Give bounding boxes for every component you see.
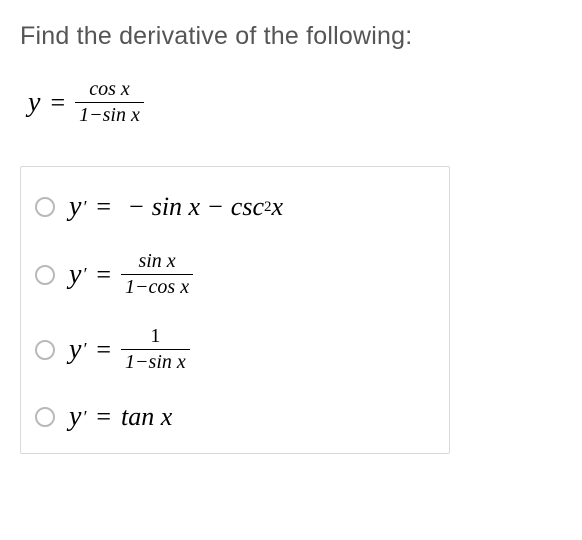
radio-icon: [35, 407, 55, 427]
term-sinx: sin x: [152, 192, 200, 222]
equals-sign: =: [50, 88, 65, 118]
fraction-denominator: 1−cos x: [121, 274, 193, 298]
radio-icon: [35, 340, 55, 360]
fraction-numerator: sin x: [134, 251, 179, 274]
equals-sign: =: [96, 402, 111, 432]
prime-icon: ′: [82, 407, 86, 428]
given-equation: y = cos x 1−sin x: [28, 79, 562, 126]
option-4[interactable]: y′ = tan x: [35, 387, 435, 447]
equals-sign: =: [96, 192, 111, 222]
equation-denominator: 1−sin x: [75, 102, 144, 126]
question-prompt: Find the derivative of the following:: [20, 22, 562, 51]
prime-icon: ′: [82, 197, 86, 218]
option-1[interactable]: y′ = − sin x − csc2 x: [35, 177, 435, 237]
option-3-math: y′ = 1 1−sin x: [69, 326, 190, 373]
option-3-fraction: 1 1−sin x: [121, 326, 190, 373]
prime-icon: ′: [82, 339, 86, 360]
yprime: y: [69, 401, 81, 433]
equation-lhs: y: [28, 87, 40, 119]
option-4-math: y′ = tan x: [69, 401, 172, 433]
option-3[interactable]: y′ = 1 1−sin x: [35, 312, 435, 387]
option-2-fraction: sin x 1−cos x: [121, 251, 193, 298]
radio-icon: [35, 265, 55, 285]
equals-sign: =: [96, 260, 111, 290]
option-2[interactable]: y′ = sin x 1−cos x: [35, 237, 435, 312]
yprime: y: [69, 334, 81, 366]
option-2-math: y′ = sin x 1−cos x: [69, 251, 193, 298]
equals-sign: =: [96, 335, 111, 365]
option-1-math: y′ = − sin x − csc2 x: [69, 191, 283, 223]
options-group: y′ = − sin x − csc2 x y′ = sin x 1−cos x…: [20, 166, 450, 454]
term-tanx: tan x: [121, 402, 172, 432]
equation-numerator: cos x: [85, 79, 134, 102]
fraction-numerator: 1: [146, 326, 164, 349]
term-x: x: [271, 192, 283, 222]
term-csc: csc: [231, 192, 264, 222]
prime-icon: ′: [82, 264, 86, 285]
radio-icon: [35, 197, 55, 217]
fraction-denominator: 1−sin x: [121, 349, 190, 373]
yprime: y: [69, 259, 81, 291]
minus-sign: −: [129, 192, 144, 222]
equation-fraction: cos x 1−sin x: [75, 79, 144, 126]
minus-sign: −: [208, 192, 223, 222]
yprime: y: [69, 191, 81, 223]
